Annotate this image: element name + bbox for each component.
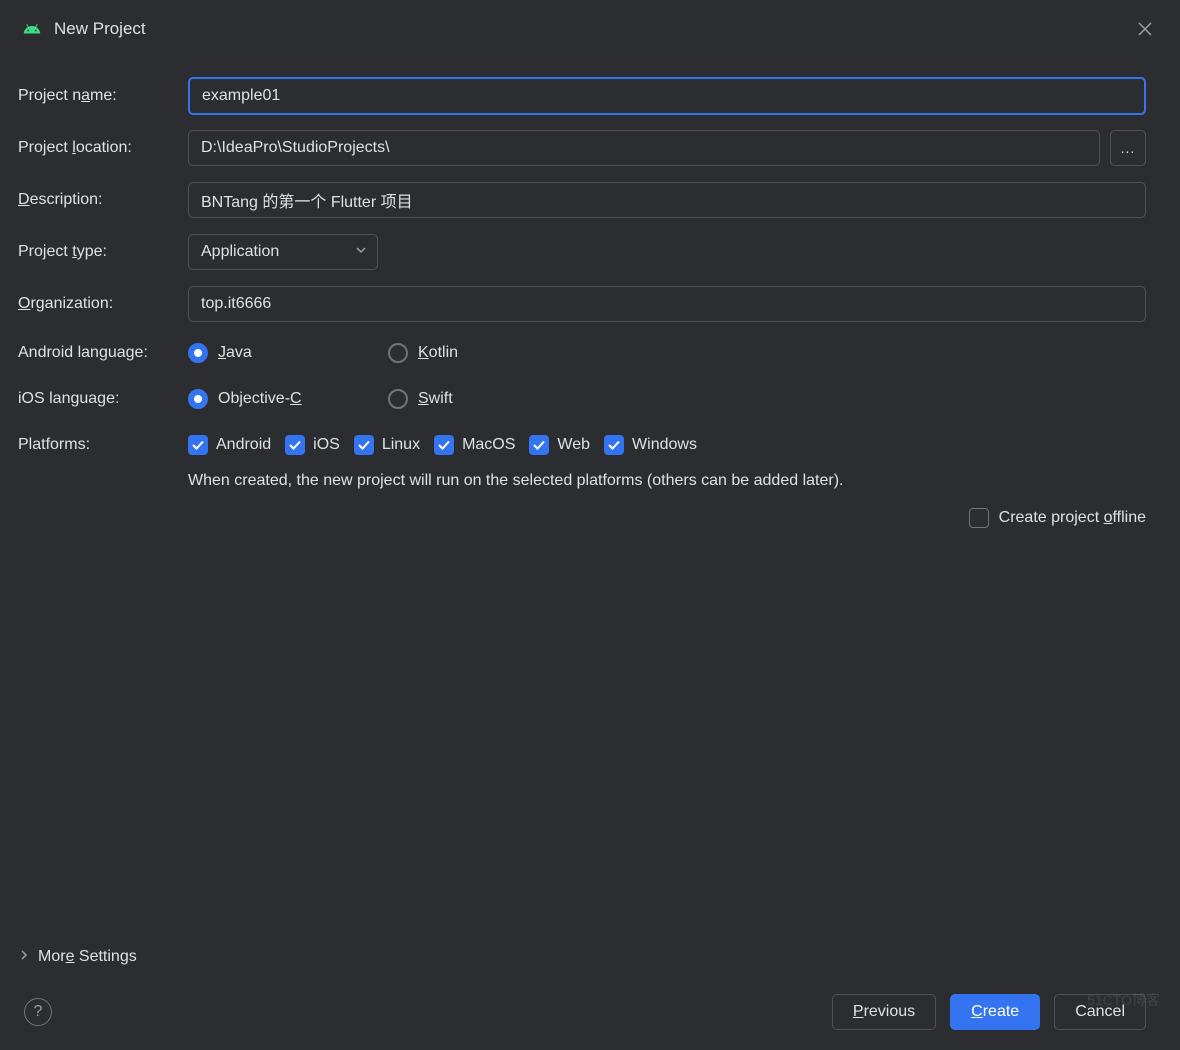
ios-lang-objc-radio[interactable]: Objective-C xyxy=(188,389,388,409)
android-language-label: Android language: xyxy=(18,344,188,362)
platform-linux-checkbox[interactable]: Linux xyxy=(354,435,420,455)
description-input[interactable] xyxy=(188,182,1146,218)
chevron-down-icon xyxy=(355,243,367,261)
platform-macos-checkbox[interactable]: MacOS xyxy=(434,435,515,455)
cancel-button[interactable]: Cancel xyxy=(1054,994,1146,1030)
project-name-label: Project name: xyxy=(18,87,188,105)
organization-label: Organization: xyxy=(18,295,188,313)
window-title: New Project xyxy=(54,19,146,39)
footer: ? Previous Create Cancel xyxy=(0,984,1180,1050)
description-label: Description: xyxy=(18,191,188,209)
checkbox-icon xyxy=(529,435,549,455)
project-location-label: Project location: xyxy=(18,139,188,157)
platform-android-checkbox[interactable]: Android xyxy=(188,435,271,455)
platforms-hint: When created, the new project will run o… xyxy=(18,472,1146,490)
platform-label: iOS xyxy=(313,436,340,454)
close-button[interactable] xyxy=(1132,16,1158,42)
previous-button[interactable]: Previous xyxy=(832,994,936,1030)
project-name-input[interactable] xyxy=(188,77,1146,115)
platform-label: MacOS xyxy=(462,436,515,454)
platforms-label: Platforms: xyxy=(18,436,188,454)
ios-lang-swift-radio[interactable]: Swift xyxy=(388,389,588,409)
checkbox-icon xyxy=(969,508,989,528)
organization-input[interactable] xyxy=(188,286,1146,322)
chevron-right-icon xyxy=(18,948,30,966)
checkbox-icon xyxy=(354,435,374,455)
platform-web-checkbox[interactable]: Web xyxy=(529,435,590,455)
project-type-label: Project type: xyxy=(18,243,188,261)
platforms-checkboxes: Android iOS Linux MacOS Web Windows xyxy=(188,435,1146,455)
help-button[interactable]: ? xyxy=(24,998,52,1026)
project-location-input[interactable] xyxy=(188,130,1100,166)
android-lang-kotlin-radio[interactable]: Kotlin xyxy=(388,343,588,363)
platform-label: Web xyxy=(557,436,590,454)
browse-location-button[interactable]: ... xyxy=(1110,130,1146,166)
platform-label: Linux xyxy=(382,436,420,454)
create-button[interactable]: Create xyxy=(950,994,1040,1030)
checkbox-icon xyxy=(604,435,624,455)
titlebar: New Project xyxy=(0,0,1180,58)
platform-label: Android xyxy=(216,436,271,454)
form: Project name: Project location: ... Desc… xyxy=(0,58,1180,938)
ios-language-label: iOS language: xyxy=(18,390,188,408)
create-offline-checkbox[interactable]: Create project offline xyxy=(969,508,1146,528)
more-settings-toggle[interactable]: More Settings xyxy=(0,938,1180,984)
android-lang-java-radio[interactable]: Java xyxy=(188,343,388,363)
project-type-select[interactable]: Application xyxy=(188,234,378,270)
platform-label: Windows xyxy=(632,436,697,454)
platform-ios-checkbox[interactable]: iOS xyxy=(285,435,340,455)
checkbox-icon xyxy=(434,435,454,455)
android-logo-icon xyxy=(22,19,42,39)
checkbox-icon xyxy=(285,435,305,455)
checkbox-icon xyxy=(188,435,208,455)
platform-windows-checkbox[interactable]: Windows xyxy=(604,435,697,455)
